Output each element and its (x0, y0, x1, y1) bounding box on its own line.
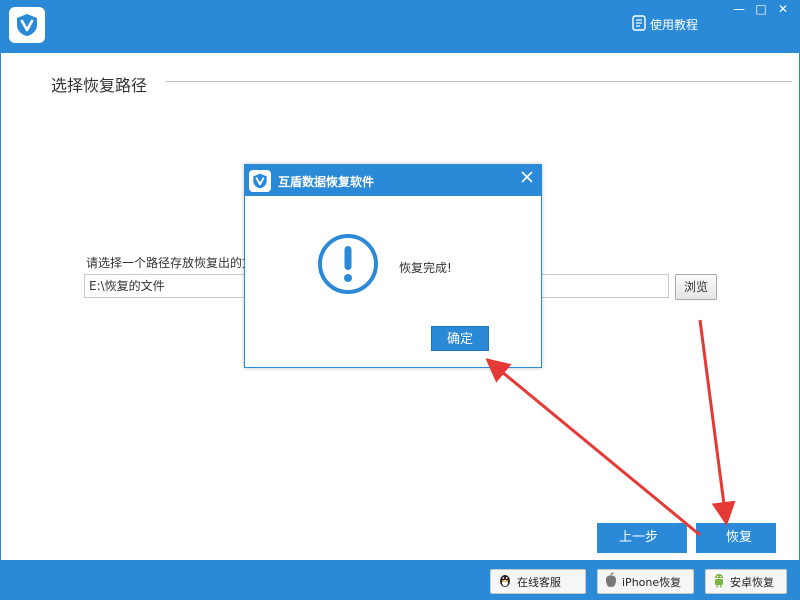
title-bar: 使用教程 — □ ✕ (0, 0, 800, 53)
path-label: 请选择一个路径存放恢复出的文 (86, 256, 255, 270)
exclamation-circle-icon (317, 233, 379, 299)
maximize-button[interactable]: □ (752, 2, 770, 16)
dialog-message: 恢复完成! (399, 261, 452, 275)
tutorial-link[interactable]: 使用教程 (632, 14, 698, 34)
qq-penguin-icon (497, 572, 513, 591)
browse-button[interactable]: 浏览 (675, 274, 717, 300)
section-divider (166, 81, 792, 82)
online-service-label: 在线客服 (517, 575, 561, 589)
iphone-recovery-button[interactable]: iPhone恢复 (597, 569, 694, 594)
recover-button-label: 恢复 (726, 530, 753, 545)
window-controls: — □ ✕ (726, 2, 792, 16)
prev-button[interactable]: 上一步 (597, 523, 687, 553)
android-recovery-button[interactable]: 安卓恢复 (705, 569, 787, 594)
ok-button[interactable]: 确定 (431, 326, 489, 351)
iphone-recovery-label: iPhone恢复 (622, 575, 682, 589)
android-icon (712, 572, 726, 591)
android-recovery-label: 安卓恢复 (730, 575, 774, 589)
dialog-title: 互盾数据恢复软件 (278, 175, 375, 189)
footer-bar: 在线客服 iPhone恢复 安卓恢复 (0, 560, 800, 600)
prev-button-label: 上一步 (619, 530, 659, 545)
minimize-button[interactable]: — (730, 2, 748, 16)
dialog-title-bar: 互盾数据恢复软件 (245, 165, 541, 196)
tutorial-label: 使用教程 (650, 17, 699, 32)
recover-button[interactable]: 恢复 (696, 523, 776, 553)
close-button[interactable]: ✕ (774, 2, 792, 16)
online-service-button[interactable]: 在线客服 (490, 569, 586, 594)
dialog-logo-icon (249, 170, 271, 192)
completion-dialog: 互盾数据恢复软件 恢复完成! 确定 (244, 164, 542, 368)
section-title: 选择恢复路径 (51, 76, 148, 95)
close-icon[interactable] (519, 169, 535, 189)
document-icon (632, 14, 646, 34)
app-logo-icon (9, 7, 45, 43)
apple-icon (604, 572, 618, 591)
